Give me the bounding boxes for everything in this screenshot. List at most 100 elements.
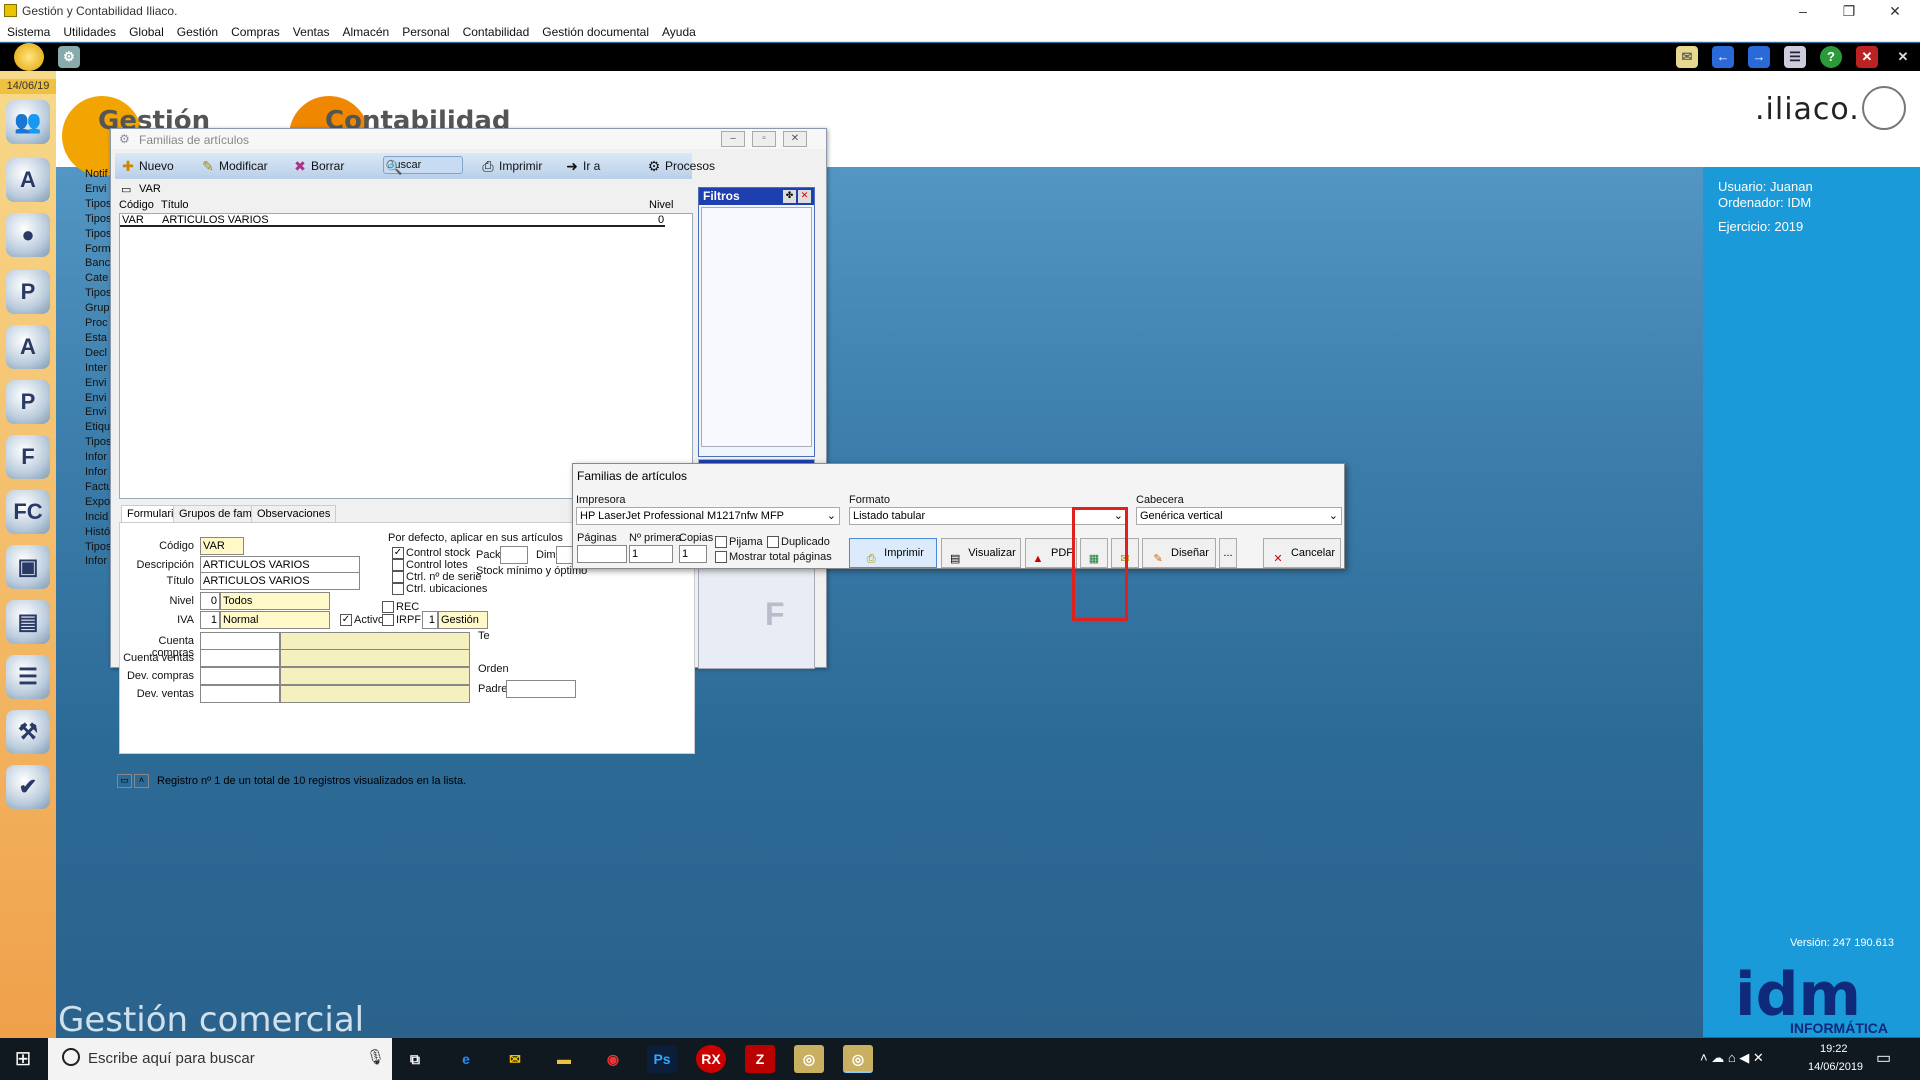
settings-icon[interactable]: ⚙ <box>58 46 80 68</box>
sidebar-list-item[interactable]: Tipos <box>85 541 113 553</box>
close-window-icon[interactable]: ✕ <box>1856 46 1878 68</box>
ctrl-serie-checkbox[interactable] <box>392 571 404 583</box>
dev-compras-input[interactable] <box>200 667 280 685</box>
pijama-checkbox[interactable] <box>715 536 727 548</box>
tab-observaciones[interactable]: Observaciones <box>251 505 337 522</box>
pack-input[interactable] <box>500 546 528 564</box>
paginas-input[interactable] <box>577 545 627 563</box>
sidebar-list-item[interactable]: Envi <box>85 406 113 418</box>
windows-start-icon[interactable]: ⊞ <box>0 1038 46 1080</box>
iva-number-input[interactable]: 1 <box>200 611 220 629</box>
nivel-number-input[interactable]: 0 <box>200 592 220 610</box>
menu-ventas[interactable]: Ventas <box>286 22 336 39</box>
sidebar-list-item[interactable]: Infor <box>85 451 113 463</box>
file-explorer-icon[interactable]: ▬ <box>549 1045 579 1073</box>
sidebar-list-item[interactable]: Tipos <box>85 198 113 210</box>
sidebar-list-item[interactable]: Tipos <box>85 228 113 240</box>
sidebar-list-item[interactable]: Banc <box>85 257 113 269</box>
filters-box[interactable] <box>701 207 812 447</box>
sidebar-list-item[interactable]: Infor <box>85 555 113 567</box>
menu-global[interactable]: Global <box>122 22 170 39</box>
pedidos-icon[interactable]: P <box>6 380 50 424</box>
menu-gestion-documental[interactable]: Gestión documental <box>535 22 655 39</box>
sidebar-list-item[interactable]: Esta <box>85 332 113 344</box>
ir-a-button[interactable]: ➜ Ir a <box>563 156 613 176</box>
sidebar-list-item[interactable]: Inter <box>85 362 113 374</box>
taskbar-search[interactable]: Escribe aquí para buscar 🎙 <box>48 1038 392 1080</box>
photoshop-icon[interactable]: Ps <box>647 1045 677 1073</box>
help-icon[interactable]: ? <box>1820 46 1842 68</box>
menu-personal[interactable]: Personal <box>395 22 455 39</box>
mail-icon[interactable]: ✉ <box>1676 46 1698 68</box>
nuevo-button[interactable]: ✚ Nuevo <box>119 156 183 176</box>
status-up-icon[interactable]: ˄ <box>134 774 149 788</box>
ctrl-ubicaciones-checkbox[interactable] <box>392 583 404 595</box>
modificar-button[interactable]: ✎ Modificar <box>199 156 279 176</box>
primera-stepper[interactable]: 1 <box>629 545 673 563</box>
titulo-input[interactable]: ARTICULOS VARIOS <box>200 572 360 590</box>
windows-list-icon[interactable]: ☰ <box>1784 46 1806 68</box>
search-value[interactable]: VAR <box>139 183 161 195</box>
sidebar-list-item[interactable]: Envi <box>85 377 113 389</box>
chrome-icon[interactable]: ◉ <box>598 1045 628 1073</box>
codigo-input[interactable]: VAR <box>200 537 244 555</box>
articles-icon[interactable]: A <box>6 158 50 202</box>
dialog-minimize-button[interactable]: – <box>721 131 745 147</box>
families-list[interactable]: VAR ARTICULOS VARIOS 0 <box>119 213 693 499</box>
buscar-button[interactable]: 🔍 Buscar <box>383 156 463 175</box>
irpf-checkbox[interactable] <box>382 614 394 626</box>
borrar-button[interactable]: ✖ Borrar <box>291 156 353 176</box>
forward-arrow-icon[interactable]: → <box>1748 46 1770 68</box>
procesos-button[interactable]: ⚙ Procesos <box>645 156 725 176</box>
edge-icon[interactable]: e <box>451 1045 481 1073</box>
rx-app-icon[interactable]: RX <box>696 1045 726 1073</box>
box-icon[interactable]: ▤ <box>6 600 50 644</box>
microphone-icon[interactable]: 🎙 <box>366 1048 385 1066</box>
iliaco-app-icon[interactable]: ◎ <box>794 1045 824 1073</box>
gestion-select[interactable]: Gestión <box>438 611 488 629</box>
menu-almacen[interactable]: Almacén <box>336 22 396 39</box>
sidebar-list-item[interactable]: Expo <box>85 496 113 508</box>
menu-utilidades[interactable]: Utilidades <box>56 22 122 39</box>
provider-icon[interactable]: P <box>6 270 50 314</box>
restore-button[interactable]: ❐ <box>1826 0 1872 22</box>
menu-sistema[interactable]: Sistema <box>0 22 56 39</box>
sidebar-list-item[interactable]: Envi <box>85 183 113 195</box>
duplicado-checkbox[interactable] <box>767 536 779 548</box>
users-icon[interactable]: 👥 <box>6 100 50 144</box>
sidebar-list-item[interactable]: Factu <box>85 481 113 493</box>
control-lotes-checkbox[interactable] <box>392 559 404 571</box>
outlook-icon[interactable]: ✉ <box>500 1045 530 1073</box>
tray-icons[interactable]: ˄ ☁ ⌂ ◀ ✕ <box>1700 1050 1764 1066</box>
control-stock-checkbox[interactable]: ✓ <box>392 547 404 559</box>
activo-checkbox[interactable]: ✓ <box>340 614 352 626</box>
menu-gestion[interactable]: Gestión <box>170 22 224 39</box>
task-icon[interactable]: ✔ <box>6 765 50 809</box>
padre-input[interactable] <box>506 680 576 698</box>
sidebar-list-item[interactable]: Tipos <box>85 213 113 225</box>
exit-icon[interactable]: ✕ <box>1892 46 1914 68</box>
dialog-restore-button[interactable]: ▫ <box>752 131 776 147</box>
gestion-number-input[interactable]: 1 <box>422 611 438 629</box>
status-record-icon[interactable]: ▭ <box>117 774 132 788</box>
sidebar-list-item[interactable]: Incid <box>85 511 113 523</box>
filezilla-icon[interactable]: Z <box>745 1045 775 1073</box>
iva-select[interactable]: Normal <box>220 611 330 629</box>
sidebar-list-item[interactable]: Tipos <box>85 436 113 448</box>
sidebar-list-item[interactable]: Etiqu <box>85 421 113 433</box>
menu-ayuda[interactable]: Ayuda <box>655 22 702 39</box>
back-arrow-icon[interactable]: ← <box>1712 46 1734 68</box>
sidebar-list-item[interactable]: Notif <box>85 168 113 180</box>
impresora-select[interactable]: HP LaserJet Professional M1217nfw MFP ⌄ <box>576 507 840 525</box>
fc-icon[interactable]: FC <box>6 490 50 534</box>
cancelar-button[interactable]: ✕ Cancelar <box>1263 538 1341 568</box>
task-view-icon[interactable]: ⧉ <box>400 1045 430 1073</box>
copias-stepper[interactable]: 1 <box>679 545 707 563</box>
list-icon[interactable]: ☰ <box>6 655 50 699</box>
nivel-select[interactable]: Todos <box>220 592 330 610</box>
home-icon[interactable] <box>14 43 44 71</box>
filters-pin-icon[interactable]: ✤ <box>783 190 796 203</box>
sidebar-list-item[interactable]: Cate <box>85 272 113 284</box>
filters-close-icon[interactable]: ✕ <box>798 190 811 203</box>
more-options-button[interactable]: ... <box>1219 538 1237 568</box>
